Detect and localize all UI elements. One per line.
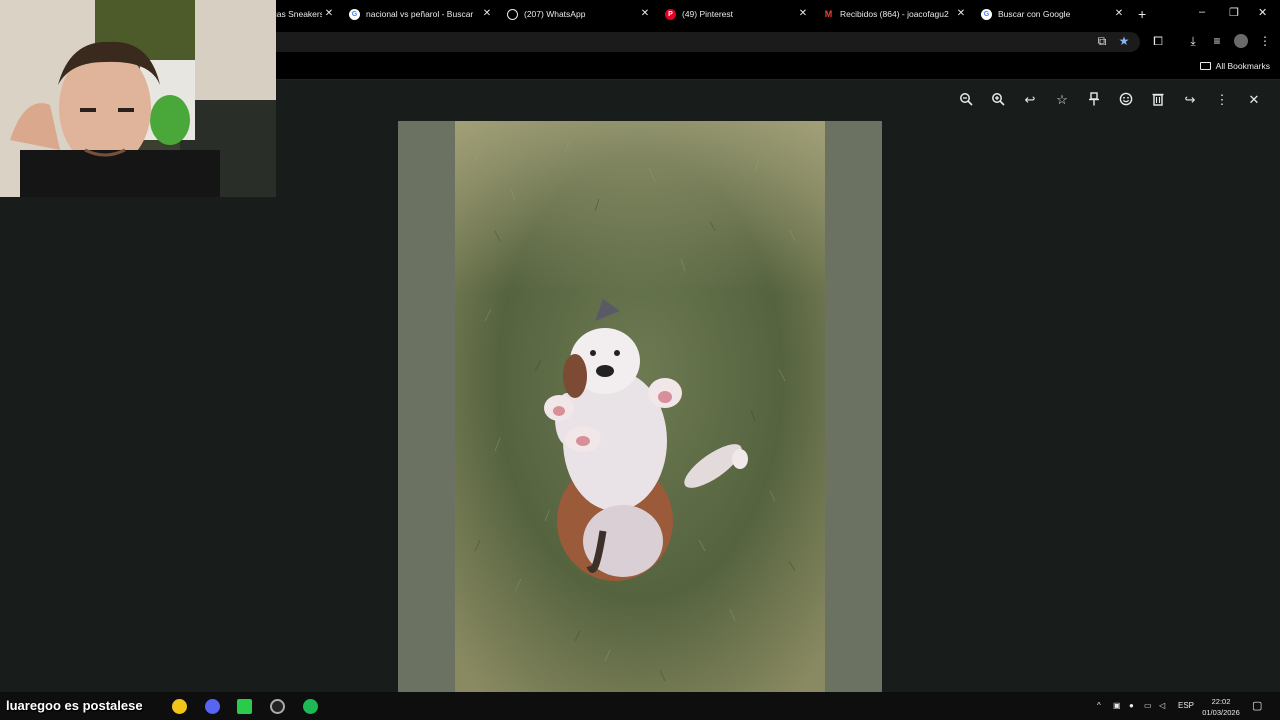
- profile-avatar[interactable]: [1234, 34, 1248, 48]
- delete-icon[interactable]: [1150, 92, 1166, 108]
- pin-icon[interactable]: [1086, 92, 1102, 108]
- google-icon: G: [349, 8, 360, 20]
- tab-close-icon[interactable]: ✕: [1114, 8, 1124, 20]
- discord-icon[interactable]: [205, 699, 220, 714]
- obs-icon[interactable]: [270, 699, 285, 714]
- tray-app-icon[interactable]: ▣: [1113, 701, 1121, 710]
- gmail-icon: M: [824, 9, 833, 19]
- minimize-icon[interactable]: –: [1199, 6, 1205, 18]
- download-icon[interactable]: ⤓: [1185, 34, 1201, 49]
- tab-close-icon[interactable]: ✕: [640, 8, 650, 20]
- pinterest-icon: P: [665, 8, 676, 20]
- new-tab-button[interactable]: +: [1138, 6, 1146, 22]
- tab-close-icon[interactable]: ✕: [482, 8, 492, 20]
- tab-nacional[interactable]: G nacional vs peñarol - Buscar con Googl…: [349, 4, 475, 24]
- media-control-icon[interactable]: ≡: [1209, 34, 1225, 48]
- tab-sneakers[interactable]: gas Sneakers: [272, 4, 322, 24]
- tab-whatsapp[interactable]: (207) WhatsApp: [507, 4, 633, 24]
- install-app-icon[interactable]: ⧉: [1094, 34, 1110, 49]
- tab-pinterest[interactable]: P (49) Pinterest: [665, 4, 791, 24]
- spotify-icon[interactable]: [303, 699, 318, 714]
- close-icon[interactable]: ✕: [1246, 92, 1262, 108]
- clock-time: 22:02: [1211, 697, 1231, 706]
- puppy-photo: [455, 121, 825, 692]
- tab-close-icon[interactable]: ✕: [798, 8, 808, 20]
- tab-title: gas Sneakers: [272, 9, 322, 19]
- tab-google-search[interactable]: G Buscar con Google: [981, 4, 1111, 24]
- tab-title: (49) Pinterest: [682, 9, 734, 19]
- network-icon[interactable]: ▭: [1144, 701, 1152, 710]
- tab-close-icon[interactable]: ✕: [956, 8, 966, 20]
- tab-title: (207) WhatsApp: [524, 9, 586, 19]
- chrome-icon[interactable]: [172, 699, 187, 714]
- tab-title: nacional vs peñarol - Buscar con Google: [366, 9, 475, 19]
- zoom-out-icon[interactable]: [958, 92, 974, 108]
- notifications-icon[interactable]: ▢: [1252, 699, 1262, 712]
- taskbar: [0, 692, 1280, 720]
- tab-gmail[interactable]: M Recibidos (864) - joacofagu25@gmail.co…: [823, 4, 949, 24]
- screen: gas Sneakers ✕ G nacional vs peñarol - B…: [0, 0, 1280, 720]
- star-icon[interactable]: ☆: [1054, 92, 1070, 108]
- extensions-icon[interactable]: ⧠: [1150, 34, 1166, 49]
- tab-close-icon[interactable]: ✕: [324, 8, 334, 20]
- address-bar[interactable]: [260, 32, 1140, 52]
- all-bookmarks-label: All Bookmarks: [1215, 61, 1270, 71]
- system-clock[interactable]: 22:02 01/03/2026: [1198, 696, 1244, 718]
- language-indicator[interactable]: ESP: [1178, 701, 1194, 710]
- tab-title: Recibidos (864) - joacofagu25@gmail.com: [840, 9, 949, 19]
- folder-icon: [1199, 62, 1211, 70]
- menu-icon[interactable]: ⋮: [1257, 34, 1273, 48]
- all-bookmarks-button[interactable]: All Bookmarks: [1199, 61, 1270, 71]
- clock-date: 01/03/2026: [1202, 708, 1240, 717]
- reply-icon[interactable]: ↩: [1022, 92, 1038, 108]
- emoji-icon[interactable]: [1118, 92, 1134, 108]
- restore-icon[interactable]: ❐: [1229, 6, 1239, 19]
- microphone-icon[interactable]: ●: [1129, 701, 1134, 710]
- bookmark-star-icon[interactable]: ★: [1116, 34, 1132, 48]
- forward-icon[interactable]: ↪: [1182, 92, 1198, 108]
- webcam-overlay: [0, 0, 276, 197]
- stream-overlay-text: luaregoo es postalese: [6, 698, 143, 713]
- zoom-in-icon[interactable]: [990, 92, 1006, 108]
- window-close-icon[interactable]: ✕: [1258, 6, 1267, 19]
- tray-chevron-icon[interactable]: ^: [1097, 701, 1101, 710]
- tab-title: Buscar con Google: [998, 9, 1071, 19]
- kick-icon[interactable]: [237, 699, 252, 714]
- google-icon: G: [981, 8, 992, 20]
- whatsapp-icon: [507, 8, 518, 20]
- more-icon[interactable]: ⋮: [1214, 92, 1230, 108]
- volume-icon[interactable]: ◁: [1159, 701, 1165, 710]
